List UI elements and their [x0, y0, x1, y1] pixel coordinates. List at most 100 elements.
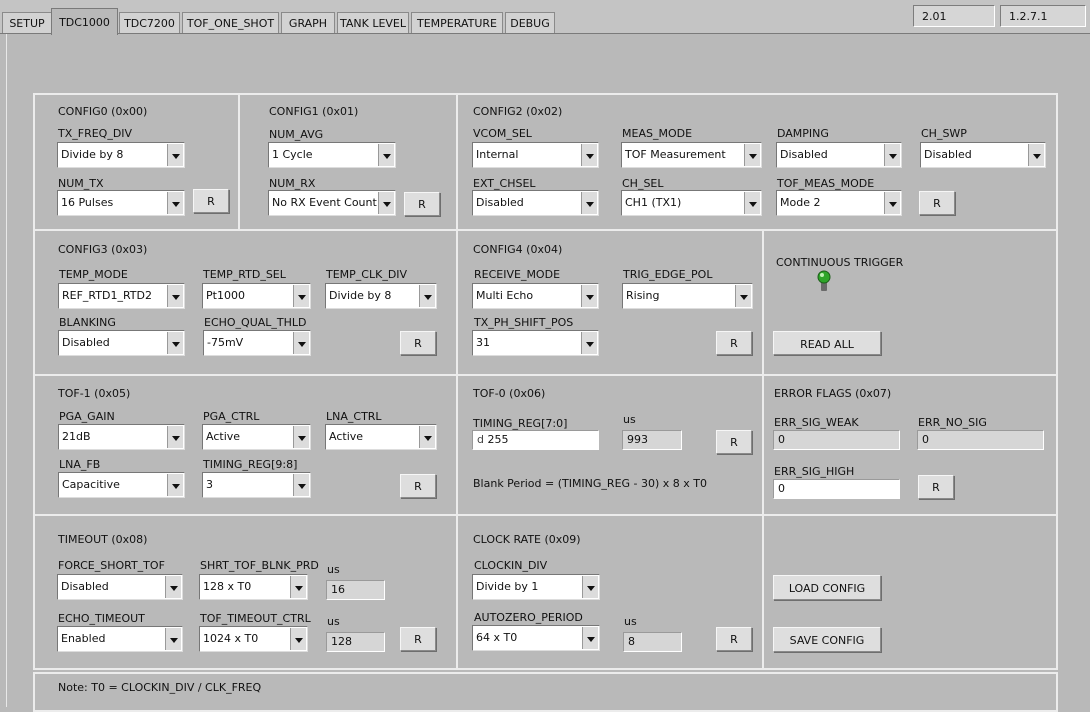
config0-read-button[interactable]: R	[193, 189, 229, 213]
lna-fb-select[interactable]: Capacitive	[58, 472, 185, 498]
continuous-trigger-led-icon[interactable]	[817, 270, 831, 292]
config1-read-button[interactable]: R	[404, 192, 440, 216]
chevron-down-icon[interactable]	[735, 285, 751, 307]
timeout-read-button[interactable]: R	[400, 627, 436, 651]
radix-indicator[interactable]: d	[477, 433, 484, 446]
chevron-down-icon[interactable]	[293, 332, 309, 354]
tab-tank-level[interactable]: TANK LEVEL	[337, 12, 409, 34]
timing-reg-lo-input[interactable]: d 255	[472, 430, 599, 450]
tab-tdc7200[interactable]: TDC7200	[119, 12, 180, 34]
blanking-value: Disabled	[62, 336, 110, 349]
chevron-down-icon[interactable]	[290, 576, 306, 598]
num-avg-select[interactable]: 1 Cycle	[268, 142, 396, 168]
chevron-down-icon[interactable]	[165, 628, 181, 650]
temp-clk-div-select[interactable]: Divide by 8	[325, 283, 437, 309]
read-all-button[interactable]: READ ALL	[773, 331, 881, 355]
chevron-down-icon[interactable]	[744, 144, 760, 166]
meas-mode-select[interactable]: TOF Measurement	[621, 142, 762, 168]
clockin-div-select[interactable]: Divide by 1	[472, 574, 600, 600]
chevron-down-icon[interactable]	[290, 628, 306, 650]
error-flags-read-button[interactable]: R	[918, 475, 954, 499]
tof-meas-mode-select[interactable]: Mode 2	[776, 190, 902, 216]
chevron-down-icon[interactable]	[167, 474, 183, 496]
chevron-down-icon[interactable]	[378, 144, 394, 166]
shrt-tof-blnk-prd-select[interactable]: 128 x T0	[199, 574, 308, 600]
tof1-title: TOF-1 (0x05)	[58, 387, 131, 400]
chevron-down-icon[interactable]	[378, 192, 394, 214]
chevron-down-icon[interactable]	[419, 285, 435, 307]
receive-mode-select[interactable]: Multi Echo	[472, 283, 599, 309]
chevron-down-icon[interactable]	[165, 576, 181, 598]
tof0-read-button[interactable]: R	[716, 430, 752, 454]
chevron-down-icon[interactable]	[884, 192, 900, 214]
chevron-down-icon[interactable]	[581, 192, 597, 214]
autozero-period-select[interactable]: 64 x T0	[472, 625, 600, 651]
timing-reg-hi-value: 3	[206, 478, 213, 491]
pga-gain-select[interactable]: 21dB	[58, 424, 185, 450]
chevron-down-icon[interactable]	[1028, 144, 1044, 166]
load-config-button[interactable]: LOAD CONFIG	[773, 575, 881, 600]
save-config-button[interactable]: SAVE CONFIG	[773, 627, 881, 652]
chevron-down-icon[interactable]	[582, 576, 598, 598]
chevron-down-icon[interactable]	[582, 627, 598, 649]
tab-tof-one-shot[interactable]: TOF_ONE_SHOT	[182, 12, 279, 34]
chevron-down-icon[interactable]	[293, 426, 309, 448]
echo-timeout-select[interactable]: Enabled	[57, 626, 183, 652]
temp-mode-select[interactable]: REF_RTD1_RTD2	[58, 283, 185, 309]
tof-timeout-ctrl-value: 1024 x T0	[203, 632, 259, 645]
timeout-us2-value: 128	[326, 632, 385, 652]
clock-rate-read-button[interactable]: R	[716, 627, 752, 651]
ext-chsel-select[interactable]: Disabled	[472, 190, 599, 216]
num-rx-select[interactable]: No RX Event Count	[268, 190, 396, 216]
ch-swp-select[interactable]: Disabled	[920, 142, 1046, 168]
temp-clk-div-value: Divide by 8	[329, 289, 392, 302]
tab-tdc1000[interactable]: TDC1000	[51, 8, 118, 35]
config4-read-button[interactable]: R	[716, 331, 752, 355]
chevron-down-icon[interactable]	[167, 332, 183, 354]
force-short-tof-select[interactable]: Disabled	[57, 574, 183, 600]
temp-rtd-sel-select[interactable]: Pt1000	[202, 283, 311, 309]
tab-graph[interactable]: GRAPH	[281, 12, 335, 34]
ch-sel-value: CH1 (TX1)	[625, 196, 682, 209]
pga-ctrl-select[interactable]: Active	[202, 424, 311, 450]
chevron-down-icon[interactable]	[293, 285, 309, 307]
tof-timeout-ctrl-select[interactable]: 1024 x T0	[199, 626, 308, 652]
chevron-down-icon[interactable]	[167, 144, 183, 166]
chevron-down-icon[interactable]	[744, 192, 760, 214]
pga-gain-label: PGA_GAIN	[59, 410, 115, 423]
echo-qual-thld-select[interactable]: -75mV	[203, 330, 311, 356]
autozero-period-label: AUTOZERO_PERIOD	[474, 611, 583, 624]
chevron-down-icon[interactable]	[419, 426, 435, 448]
temp-mode-value: REF_RTD1_RTD2	[62, 289, 152, 302]
temp-rtd-sel-label: TEMP_RTD_SEL	[203, 268, 286, 281]
chevron-down-icon[interactable]	[167, 285, 183, 307]
chevron-down-icon[interactable]	[581, 285, 597, 307]
timing-reg-hi-select[interactable]: 3	[202, 472, 311, 498]
damping-select[interactable]: Disabled	[776, 142, 902, 168]
chevron-down-icon[interactable]	[884, 144, 900, 166]
blanking-select[interactable]: Disabled	[58, 330, 185, 356]
shrt-tof-blnk-prd-value: 128 x T0	[203, 580, 252, 593]
chevron-down-icon[interactable]	[167, 426, 183, 448]
chevron-down-icon[interactable]	[167, 192, 183, 214]
trig-edge-pol-select[interactable]: Rising	[622, 283, 753, 309]
blank-period-formula: Blank Period = (TIMING_REG - 30) x 8 x T…	[473, 477, 708, 490]
tx-ph-shift-pos-value: 31	[476, 336, 490, 349]
tab-debug[interactable]: DEBUG	[505, 12, 555, 34]
chevron-down-icon[interactable]	[293, 474, 309, 496]
chevron-down-icon[interactable]	[581, 332, 597, 354]
lna-ctrl-select[interactable]: Active	[325, 424, 437, 450]
config2-read-button[interactable]: R	[919, 191, 955, 215]
continuous-trigger-label: CONTINUOUS TRIGGER	[776, 256, 904, 269]
config3-read-button[interactable]: R	[400, 331, 436, 355]
ch-sel-select[interactable]: CH1 (TX1)	[621, 190, 762, 216]
tof1-read-button[interactable]: R	[400, 474, 436, 498]
vcom-sel-select[interactable]: Internal	[472, 142, 599, 168]
tx-freq-div-select[interactable]: Divide by 8	[57, 142, 185, 168]
err-no-sig-value: 0	[917, 430, 1044, 450]
tx-ph-shift-pos-select[interactable]: 31	[472, 330, 599, 356]
tab-setup[interactable]: SETUP	[2, 12, 52, 34]
num-tx-select[interactable]: 16 Pulses	[57, 190, 185, 216]
chevron-down-icon[interactable]	[581, 144, 597, 166]
tab-temperature[interactable]: TEMPERATURE	[411, 12, 503, 34]
